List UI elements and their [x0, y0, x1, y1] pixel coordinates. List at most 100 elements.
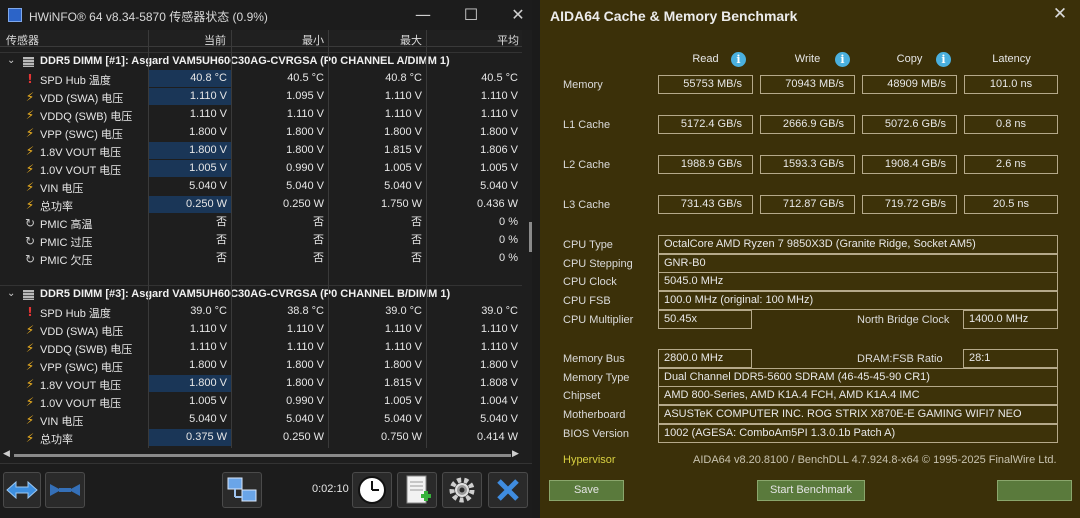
- sensor-avg: 1.800 V: [480, 126, 518, 138]
- bench-row-label: L2 Cache: [563, 159, 611, 171]
- sensor-row[interactable]: ⚡ 1.8V VOUT 电压 1.800 V 1.800 V 1.815 V 1.806 …: [0, 142, 522, 160]
- sensor-row[interactable]: ⚡ VPP (SWC) 电压 1.800 V 1.800 V 1.800 V 1.800 …: [0, 124, 522, 142]
- read-value: 731.43 GB/s: [658, 195, 753, 214]
- sensor-row[interactable]: ⚡ 1.0V VOUT 电压 1.005 V 0.990 V 1.005 V 1.005 …: [0, 160, 522, 178]
- sensor-max: 1.110 V: [384, 90, 422, 102]
- vertical-scroll-thumb[interactable]: [529, 222, 532, 252]
- sensor-avg: 0.436 W: [477, 198, 518, 210]
- copy-info-icon[interactable]: i: [936, 52, 951, 67]
- chevron-down-icon[interactable]: ⌄: [7, 288, 15, 299]
- sensor-max: 1.750 W: [381, 198, 422, 210]
- sensor-row[interactable]: ⚡ VDD (SWA) 电压 1.110 V 1.110 V 1.110 V 1.110 …: [0, 321, 522, 339]
- sensor-avg: 1.110 V: [480, 90, 518, 102]
- sensor-row[interactable]: ⚡ VIN 电压 5.040 V 5.040 V 5.040 V 5.040 V: [0, 411, 522, 429]
- write-value: 1593.3 GB/s: [760, 155, 855, 174]
- sensor-label: VDD (SWA) 电压: [40, 326, 124, 338]
- close-sensors-button[interactable]: [488, 472, 528, 508]
- expand-arrows-button[interactable]: [3, 472, 41, 508]
- close-button[interactable]: ✕: [503, 4, 532, 26]
- col-header-sensor[interactable]: 传感器: [6, 32, 39, 48]
- bolt-icon: ⚡: [25, 323, 35, 337]
- sensor-row[interactable]: ↻ PMIC 高温 否 否 否 0 %: [0, 214, 522, 232]
- sensor-current: 1.005 V: [189, 395, 227, 407]
- memory-bus-label: Memory Bus: [563, 353, 625, 365]
- sensor-current: 1.005 V: [149, 160, 231, 177]
- sensor-current: 5.040 V: [189, 413, 227, 425]
- sensor-min: 1.095 V: [286, 90, 324, 102]
- sensor-max: 0.750 W: [381, 431, 422, 443]
- bolt-icon: ⚡: [25, 162, 35, 176]
- nb-clock-label: North Bridge Clock: [857, 314, 950, 326]
- sensor-current: 否: [216, 252, 227, 264]
- cpu-fsb-value: 100.0 MHz (original: 100 MHz): [658, 291, 1058, 310]
- sensor-row[interactable]: ↻ PMIC 过压 否 否 否 0 %: [0, 232, 522, 250]
- network-button[interactable]: [222, 472, 262, 508]
- settings-button[interactable]: [442, 472, 482, 508]
- maximize-button[interactable]: ☐: [456, 4, 486, 26]
- sensor-group-name: DDR5 DIMM [#3]: Asgard VAM5UH60C30AG-CVR…: [40, 288, 451, 300]
- chipset-label: Chipset: [563, 390, 601, 402]
- memory-bus-value: 2800.0 MHz: [658, 349, 752, 368]
- aida-close-button[interactable]: ✕: [1048, 4, 1072, 26]
- sensor-group[interactable]: ⌄ DDR5 DIMM [#3]: Asgard VAM5UH60C30AG-CV…: [0, 285, 522, 303]
- sensor-row[interactable]: ⚡ VDDQ (SWB) 电压 1.110 V 1.110 V 1.110 V 1.110…: [0, 106, 522, 124]
- start-benchmark-button[interactable]: Start Benchmark: [757, 480, 865, 501]
- sensor-row[interactable]: ⚡ 总功率 0.250 W 0.250 W 1.750 W 0.436 W: [0, 196, 522, 214]
- sensor-avg: 0 %: [499, 252, 518, 264]
- clock-button[interactable]: [352, 472, 392, 508]
- write-value: 712.87 GB/s: [760, 195, 855, 214]
- sensor-row[interactable]: ⚡ VPP (SWC) 电压 1.800 V 1.800 V 1.800 V 1.800 …: [0, 357, 522, 375]
- aida-title: AIDA64 Cache & Memory Benchmark: [550, 8, 798, 24]
- hwinfo-titlebar[interactable]: HWiNFO® 64 v8.34-5870 传感器状态 (0.9%) — ☐ ✕: [0, 0, 532, 30]
- read-info-icon[interactable]: i: [731, 52, 746, 67]
- sensor-row[interactable]: ⚡ VIN 电压 5.040 V 5.040 V 5.040 V 5.040 V: [0, 178, 522, 196]
- sensor-row[interactable]: ⚡ 总功率 0.375 W 0.250 W 0.750 W 0.414 W: [0, 429, 522, 447]
- col-header-current[interactable]: 当前: [204, 32, 226, 48]
- chevron-down-icon[interactable]: ⌄: [7, 55, 15, 66]
- minimize-button[interactable]: —: [408, 4, 438, 26]
- write-info-icon[interactable]: i: [835, 52, 850, 67]
- col-header-max[interactable]: 最大: [400, 32, 422, 48]
- sensor-row[interactable]: ⚡ VDDQ (SWB) 电压 1.110 V 1.110 V 1.110 V 1.110…: [0, 339, 522, 357]
- sensor-current: 1.110 V: [189, 341, 227, 353]
- close-benchmark-button[interactable]: [997, 480, 1072, 501]
- sensor-max: 否: [411, 234, 422, 246]
- write-value: 2666.9 GB/s: [760, 115, 855, 134]
- sensor-label: 1.8V VOUT 电压: [40, 147, 122, 159]
- memory-module-icon: [23, 290, 34, 300]
- sensor-current: 否: [216, 234, 227, 246]
- scroll-left-arrow-icon[interactable]: ◀: [3, 449, 10, 459]
- sensor-current: 否: [216, 216, 227, 228]
- collapse-arrows-icon: [50, 484, 80, 496]
- network-icon: [227, 477, 257, 502]
- report-button[interactable]: [397, 472, 437, 508]
- bolt-icon: ⚡: [25, 395, 35, 409]
- motherboard-value: ASUSTeK COMPUTER INC. ROG STRIX X870E-E …: [658, 405, 1058, 424]
- col-header-min[interactable]: 最小: [302, 32, 324, 48]
- sensor-label: 1.0V VOUT 电压: [40, 165, 122, 177]
- sensor-row[interactable]: ⚡ 1.0V VOUT 电压 1.005 V 0.990 V 1.005 V 1.004 …: [0, 393, 522, 411]
- horizontal-scroll-thumb[interactable]: [14, 454, 511, 457]
- column-divider: [231, 30, 232, 448]
- sensor-label: 总功率: [40, 201, 73, 213]
- sensor-row[interactable]: ↻ PMIC 欠压 否 否 否 0 %: [0, 250, 522, 268]
- sensor-row[interactable]: ⚡ 1.8V VOUT 电压 1.800 V 1.800 V 1.815 V 1.808 …: [0, 375, 522, 393]
- cpu-type-value: OctalCore AMD Ryzen 7 9850X3D (Granite R…: [658, 235, 1058, 254]
- sensor-min: 1.110 V: [286, 341, 324, 353]
- expand-arrows-icon: [6, 480, 38, 500]
- cpu-stepping-value: GNR-B0: [658, 254, 1058, 273]
- sensor-label: 1.8V VOUT 电压: [40, 380, 122, 392]
- scroll-right-arrow-icon[interactable]: ▶: [512, 449, 519, 459]
- col-header-avg[interactable]: 平均: [497, 32, 519, 48]
- save-button[interactable]: Save: [549, 480, 624, 501]
- sensor-row[interactable]: ! SPD Hub 温度 39.0 °C 38.8 °C 39.0 °C 39.0 °C: [0, 303, 522, 321]
- sensor-group[interactable]: ⌄ DDR5 DIMM [#1]: Asgard VAM5UH60C30AG-CV…: [0, 52, 522, 70]
- sensor-row[interactable]: ! SPD Hub 温度 40.8 °C 40.5 °C 40.8 °C 40.5 °C: [0, 70, 522, 88]
- collapse-arrows-button[interactable]: [45, 472, 85, 508]
- latency-value: 2.6 ns: [964, 155, 1058, 174]
- hwinfo-window: HWiNFO® 64 v8.34-5870 传感器状态 (0.9%) — ☐ ✕…: [0, 0, 532, 518]
- sensor-row[interactable]: ⚡ VDD (SWA) 电压 1.110 V 1.095 V 1.110 V 1.110 …: [0, 88, 522, 106]
- copy-value: 48909 MB/s: [862, 75, 957, 94]
- sensor-avg: 0.414 W: [477, 431, 518, 443]
- bolt-icon: ⚡: [25, 180, 35, 194]
